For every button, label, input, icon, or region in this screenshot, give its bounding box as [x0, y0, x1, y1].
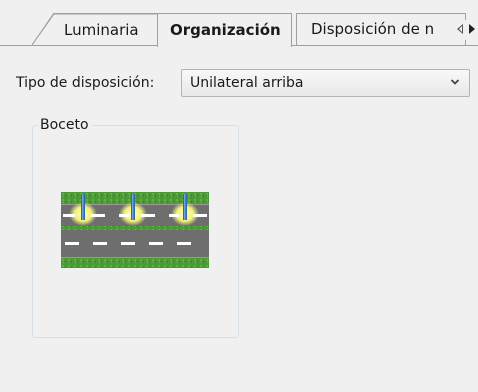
- layout-type-value: Unilateral arriba: [190, 75, 304, 91]
- tab-organizacion[interactable]: Organización: [157, 13, 292, 47]
- tab-scroll-buttons: [455, 20, 478, 40]
- road-layout-sketch: [61, 192, 209, 268]
- layout-type-label: Tipo de disposición:: [16, 75, 155, 91]
- tab-strip: Luminaria Organización Disposición de n: [0, 0, 478, 47]
- tab-disposicion-label: Disposición de n: [311, 20, 435, 38]
- triangle-left-icon[interactable]: [457, 24, 463, 34]
- tab-organizacion-slant: [157, 13, 158, 47]
- layout-type-dropdown[interactable]: Unilateral arriba: [181, 69, 470, 97]
- tab-disposicion[interactable]: Disposición de n: [296, 13, 466, 45]
- triangle-right-icon[interactable]: [469, 24, 475, 34]
- organization-panel: Luminaria Organización Disposición de n …: [0, 0, 478, 392]
- tab-luminaria[interactable]: Luminaria: [32, 13, 162, 45]
- tab-luminaria-label: Luminaria: [64, 21, 139, 39]
- chevron-down-icon: [450, 79, 460, 85]
- sketch-group-title: Boceto: [37, 117, 92, 133]
- tab-organizacion-label: Organización: [170, 21, 281, 39]
